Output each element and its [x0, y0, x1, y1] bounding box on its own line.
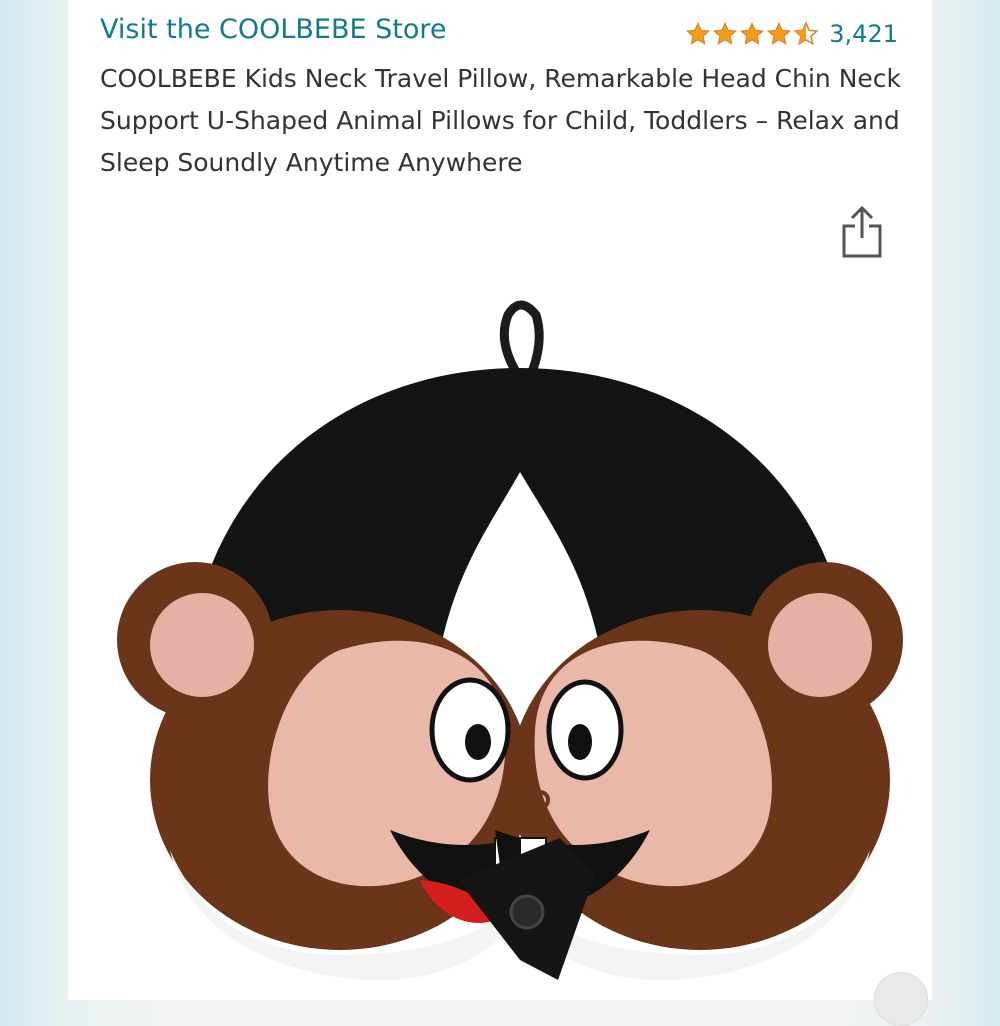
product-card: Visit the COOLBEBE Store 3,421 COOLBEBE … [68, 0, 932, 1026]
star-full-icon [740, 21, 765, 45]
rating-count[interactable]: 3,421 [829, 20, 898, 48]
star-half-icon [793, 21, 819, 46]
visit-store-link[interactable]: Visit the COOLBEBE Store [100, 14, 447, 45]
star-full-icon [686, 21, 711, 45]
product-title: COOLBEBE Kids Neck Travel Pillow, Remark… [100, 64, 902, 177]
share-icon[interactable] [838, 204, 886, 260]
star-rating [685, 21, 819, 47]
product-image[interactable] [90, 290, 910, 1000]
rating-summary[interactable]: 3,421 [685, 20, 898, 48]
carousel-dot[interactable] [874, 972, 928, 1026]
star-full-icon [767, 21, 792, 45]
star-full-icon [713, 21, 738, 45]
